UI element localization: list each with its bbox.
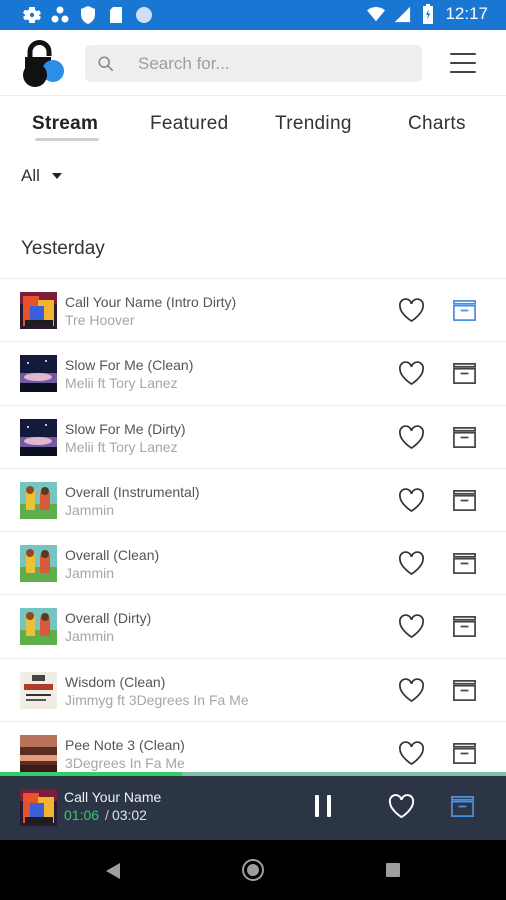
crate-icon[interactable] — [451, 741, 478, 766]
elapsed-time: 01:06 — [64, 807, 100, 823]
sd-card-icon — [110, 7, 122, 23]
album-art — [20, 735, 57, 773]
search-bar[interactable] — [85, 45, 422, 82]
tab-trending[interactable]: Trending — [275, 113, 352, 135]
total-duration: 03:02 — [111, 807, 147, 823]
hamburger-icon-line — [450, 71, 476, 73]
signal-icon — [395, 6, 411, 23]
track-artist: Jimmyg ft 3Degrees In Fa Me — [65, 691, 249, 708]
track-row[interactable]: Overall (Instrumental) Jammin — [0, 467, 506, 531]
track-artist: Jammin — [65, 501, 115, 518]
pause-icon-bar — [327, 795, 331, 817]
crate-icon[interactable] — [451, 678, 478, 703]
pause-icon-bar — [315, 795, 319, 817]
filter-value: All — [21, 166, 40, 185]
album-art — [20, 608, 57, 646]
album-art — [20, 481, 57, 519]
player-time: 01:06 /03:02 — [64, 807, 147, 823]
app-header — [0, 30, 506, 96]
heart-icon[interactable] — [398, 551, 425, 576]
tab-charts[interactable]: Charts — [408, 113, 466, 135]
heart-icon[interactable] — [398, 741, 425, 766]
status-icons-right: 12:17 — [367, 4, 488, 24]
track-artist: Melii ft Tory Lanez — [65, 375, 178, 392]
track-artist: Tre Hoover — [65, 312, 135, 328]
crate-icon[interactable] — [451, 551, 478, 576]
crate-icon[interactable] — [449, 794, 476, 819]
track-title: Call Your Name (Intro Dirty) — [65, 294, 237, 310]
track-title: Overall (Instrumental) — [65, 483, 200, 500]
active-tab-indicator — [35, 138, 99, 141]
heart-icon[interactable] — [388, 794, 415, 819]
search-input[interactable] — [138, 53, 398, 74]
crate-icon[interactable] — [451, 425, 478, 450]
circle-icon — [136, 7, 152, 23]
album-art — [20, 355, 57, 393]
status-bar: 12:17 — [0, 0, 506, 30]
tab-featured[interactable]: Featured — [150, 113, 228, 135]
status-icons-left — [22, 5, 154, 25]
player-track-title: Call Your Name — [64, 789, 162, 805]
shield-icon — [81, 6, 95, 24]
battery-icon — [423, 4, 434, 24]
recents-icon[interactable] — [386, 863, 400, 877]
wifi-icon — [367, 6, 386, 22]
crate-icon[interactable] — [451, 488, 478, 513]
hamburger-icon-line — [450, 53, 476, 55]
track-row[interactable]: Overall (Clean) Jammin — [0, 531, 506, 594]
mini-player[interactable]: Call Your Name 01:06 /03:02 — [0, 776, 506, 840]
track-row[interactable]: Call Your Name (Intro Dirty) Tre Hoover — [0, 278, 506, 341]
album-art — [20, 292, 57, 329]
track-row[interactable]: Overall (Dirty) Jammin — [0, 594, 506, 657]
caret-down-icon — [51, 173, 62, 179]
time-separator: / — [105, 807, 109, 823]
track-title: Slow For Me (Dirty) — [65, 420, 186, 437]
pause-button[interactable] — [315, 795, 331, 819]
heart-icon[interactable] — [398, 298, 425, 323]
heart-icon[interactable] — [398, 424, 425, 450]
track-list: Call Your Name (Intro Dirty) Tre Hoover Sl… — [0, 278, 506, 784]
album-art — [20, 545, 57, 583]
track-row[interactable]: Slow For Me (Clean) Melii ft Tory Lanez — [0, 341, 506, 404]
hamburger-icon-line — [450, 62, 476, 64]
track-artist: Jammin — [65, 628, 115, 645]
crate-icon[interactable] — [451, 614, 478, 639]
tab-stream[interactable]: Stream — [32, 113, 98, 135]
track-artist: 3Degrees In Fa Me — [65, 755, 185, 772]
crate-icon[interactable] — [451, 298, 478, 323]
app-logo[interactable] — [20, 38, 66, 88]
gear-icon — [23, 7, 41, 23]
album-art — [20, 671, 57, 709]
sync-icon — [51, 6, 69, 23]
player-album-art — [20, 789, 57, 826]
track-title: Overall (Clean) — [65, 547, 160, 564]
heart-icon[interactable] — [398, 614, 425, 639]
crate-icon[interactable] — [451, 361, 478, 386]
track-row[interactable]: Wisdom (Clean) Jimmyg ft 3Degrees In Fa M… — [0, 657, 506, 721]
filter-dropdown[interactable]: All — [21, 166, 62, 186]
track-artist: Melii ft Tory Lanez — [65, 438, 178, 455]
menu-button[interactable] — [448, 50, 478, 76]
track-row[interactable]: Slow For Me (Dirty) Melii ft Tory Lanez — [0, 404, 506, 468]
track-title: Overall (Dirty) — [65, 610, 152, 627]
system-nav-bar — [0, 840, 506, 900]
track-title: Pee Note 3 (Clean) — [65, 737, 185, 754]
album-art — [20, 418, 57, 456]
tab-bar: Stream Featured Trending Charts — [0, 96, 506, 150]
heart-icon[interactable] — [398, 488, 425, 513]
clock: 12:17 — [445, 4, 488, 23]
heart-icon[interactable] — [398, 361, 425, 386]
search-icon — [98, 55, 114, 71]
heart-icon[interactable] — [398, 678, 425, 703]
back-icon[interactable] — [104, 861, 122, 881]
track-artist: Jammin — [65, 565, 115, 582]
section-title: Yesterday — [21, 238, 105, 259]
home-icon[interactable] — [242, 859, 264, 881]
track-title: Slow For Me (Clean) — [65, 357, 194, 374]
track-title: Wisdom (Clean) — [65, 673, 166, 690]
